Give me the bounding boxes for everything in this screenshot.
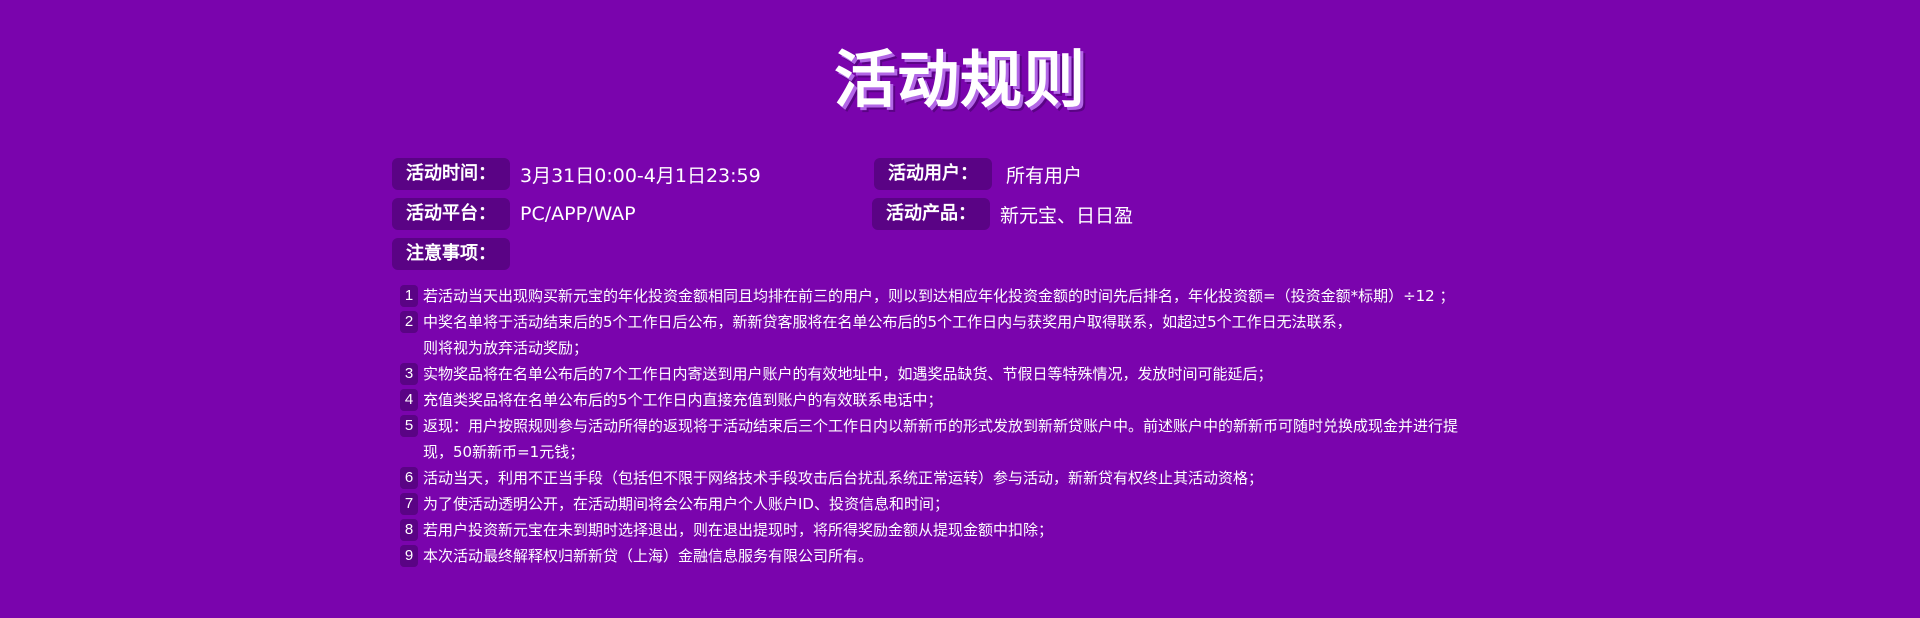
page-title: 活动规则 xyxy=(833,43,1086,116)
rule-number: 6 xyxy=(400,467,418,489)
rule-text: 活动当天，利用不正当手段（包括但不限于网络技术手段攻击后台扰乱系统正常运转）参与… xyxy=(423,465,1540,491)
rule-number: 8 xyxy=(400,519,418,541)
info-users-label: 活动用户： xyxy=(874,158,992,190)
rule-text: 若用户投资新元宝在未到期时选择退出，则在退出提现时，将所得奖励金额从提现金额中扣… xyxy=(423,517,1540,543)
rule-number: 2 xyxy=(400,311,418,333)
info-time-row: 活动时间： 3月31日0:00-4月1日23:59 xyxy=(392,158,761,190)
rule-number: 3 xyxy=(400,363,418,385)
info-products-value: 新元宝、日日盈 xyxy=(1000,204,1134,227)
rule-text: 为了使活动透明公开，在活动期间将会公布用户个人账户ID、投资信息和时间； xyxy=(423,491,1540,517)
info-platform-row: 活动平台： PC/APP/WAP xyxy=(392,198,636,230)
rules-list: 1 若活动当天出现购买新元宝的年化投资金额相同且均排在前三的用户，则以到达相应年… xyxy=(400,283,1540,569)
rule-text: 本次活动最终解释权归新新贷（上海）金融信息服务有限公司所有。 xyxy=(423,543,1540,569)
info-notes-row: 注意事项： xyxy=(392,238,510,270)
list-item: 1 若活动当天出现购买新元宝的年化投资金额相同且均排在前三的用户，则以到达相应年… xyxy=(400,283,1540,309)
rule-number: 7 xyxy=(400,493,418,515)
list-item: 9 本次活动最终解释权归新新贷（上海）金融信息服务有限公司所有。 xyxy=(400,543,1540,569)
rule-line: 本次活动最终解释权归新新贷（上海）金融信息服务有限公司所有。 xyxy=(423,547,874,565)
list-item: 6 活动当天，利用不正当手段（包括但不限于网络技术手段攻击后台扰乱系统正常运转）… xyxy=(400,465,1540,491)
rule-line: 若用户投资新元宝在未到期时选择退出，则在退出提现时，将所得奖励金额从提现金额中扣… xyxy=(423,521,1054,539)
rule-line: 现，50新新币=1元钱； xyxy=(423,443,585,461)
rule-text: 实物奖品将在名单公布后的7个工作日内寄送到用户账户的有效地址中，如遇奖品缺货、节… xyxy=(423,361,1540,387)
info-products-row: 活动产品： 新元宝、日日盈 xyxy=(872,198,1133,230)
info-platform-value: PC/APP/WAP xyxy=(520,203,636,225)
info-platform-label: 活动平台： xyxy=(392,198,510,230)
rule-line: 中奖名单将于活动结束后的5个工作日后公布，新新贷客服将在名单公布后的5个工作日内… xyxy=(423,313,1352,331)
info-time-label: 活动时间： xyxy=(392,158,510,190)
rule-line: 则将视为放弃活动奖励； xyxy=(423,339,589,357)
list-item: 2 中奖名单将于活动结束后的5个工作日后公布，新新贷客服将在名单公布后的5个工作… xyxy=(400,309,1540,361)
info-products-label: 活动产品： xyxy=(872,198,990,230)
info-notes-label: 注意事项： xyxy=(392,238,510,270)
list-item: 4 充值类奖品将在名单公布后的5个工作日内直接充值到账户的有效联系电话中； xyxy=(400,387,1540,413)
rule-line: 返现：用户按照规则参与活动所得的返现将于活动结束后三个工作日内以新新币的形式发放… xyxy=(423,417,1459,435)
info-users-row: 活动用户： 所有用户 xyxy=(874,158,1082,190)
list-item: 3 实物奖品将在名单公布后的7个工作日内寄送到用户账户的有效地址中，如遇奖品缺货… xyxy=(400,361,1540,387)
rule-line: 为了使活动透明公开，在活动期间将会公布用户个人账户ID、投资信息和时间； xyxy=(423,495,949,513)
rule-line: 充值类奖品将在名单公布后的5个工作日内直接充值到账户的有效联系电话中； xyxy=(423,391,943,409)
rule-line: 实物奖品将在名单公布后的7个工作日内寄送到用户账户的有效地址中，如遇奖品缺货、节… xyxy=(423,365,1273,383)
rule-number: 4 xyxy=(400,389,418,411)
rule-text: 中奖名单将于活动结束后的5个工作日后公布，新新贷客服将在名单公布后的5个工作日内… xyxy=(423,309,1540,361)
rule-number: 9 xyxy=(400,545,418,567)
list-item: 7 为了使活动透明公开，在活动期间将会公布用户个人账户ID、投资信息和时间； xyxy=(400,491,1540,517)
rule-line: 活动当天，利用不正当手段（包括但不限于网络技术手段攻击后台扰乱系统正常运转）参与… xyxy=(423,469,1264,487)
rule-text: 充值类奖品将在名单公布后的5个工作日内直接充值到账户的有效联系电话中； xyxy=(423,387,1540,413)
rule-line: 若活动当天出现购买新元宝的年化投资金额相同且均排在前三的用户，则以到达相应年化投… xyxy=(423,287,1455,305)
info-users-value: 所有用户 xyxy=(1006,164,1083,187)
list-item: 8 若用户投资新元宝在未到期时选择退出，则在退出提现时，将所得奖励金额从提现金额… xyxy=(400,517,1540,543)
rule-text: 若活动当天出现购买新元宝的年化投资金额相同且均排在前三的用户，则以到达相应年化投… xyxy=(423,283,1540,309)
list-item: 5 返现：用户按照规则参与活动所得的返现将于活动结束后三个工作日内以新新币的形式… xyxy=(400,413,1540,465)
rule-text: 返现：用户按照规则参与活动所得的返现将于活动结束后三个工作日内以新新币的形式发放… xyxy=(423,413,1540,465)
rule-number: 5 xyxy=(400,415,418,437)
info-time-value: 3月31日0:00-4月1日23:59 xyxy=(520,164,761,187)
rule-number: 1 xyxy=(400,285,418,307)
